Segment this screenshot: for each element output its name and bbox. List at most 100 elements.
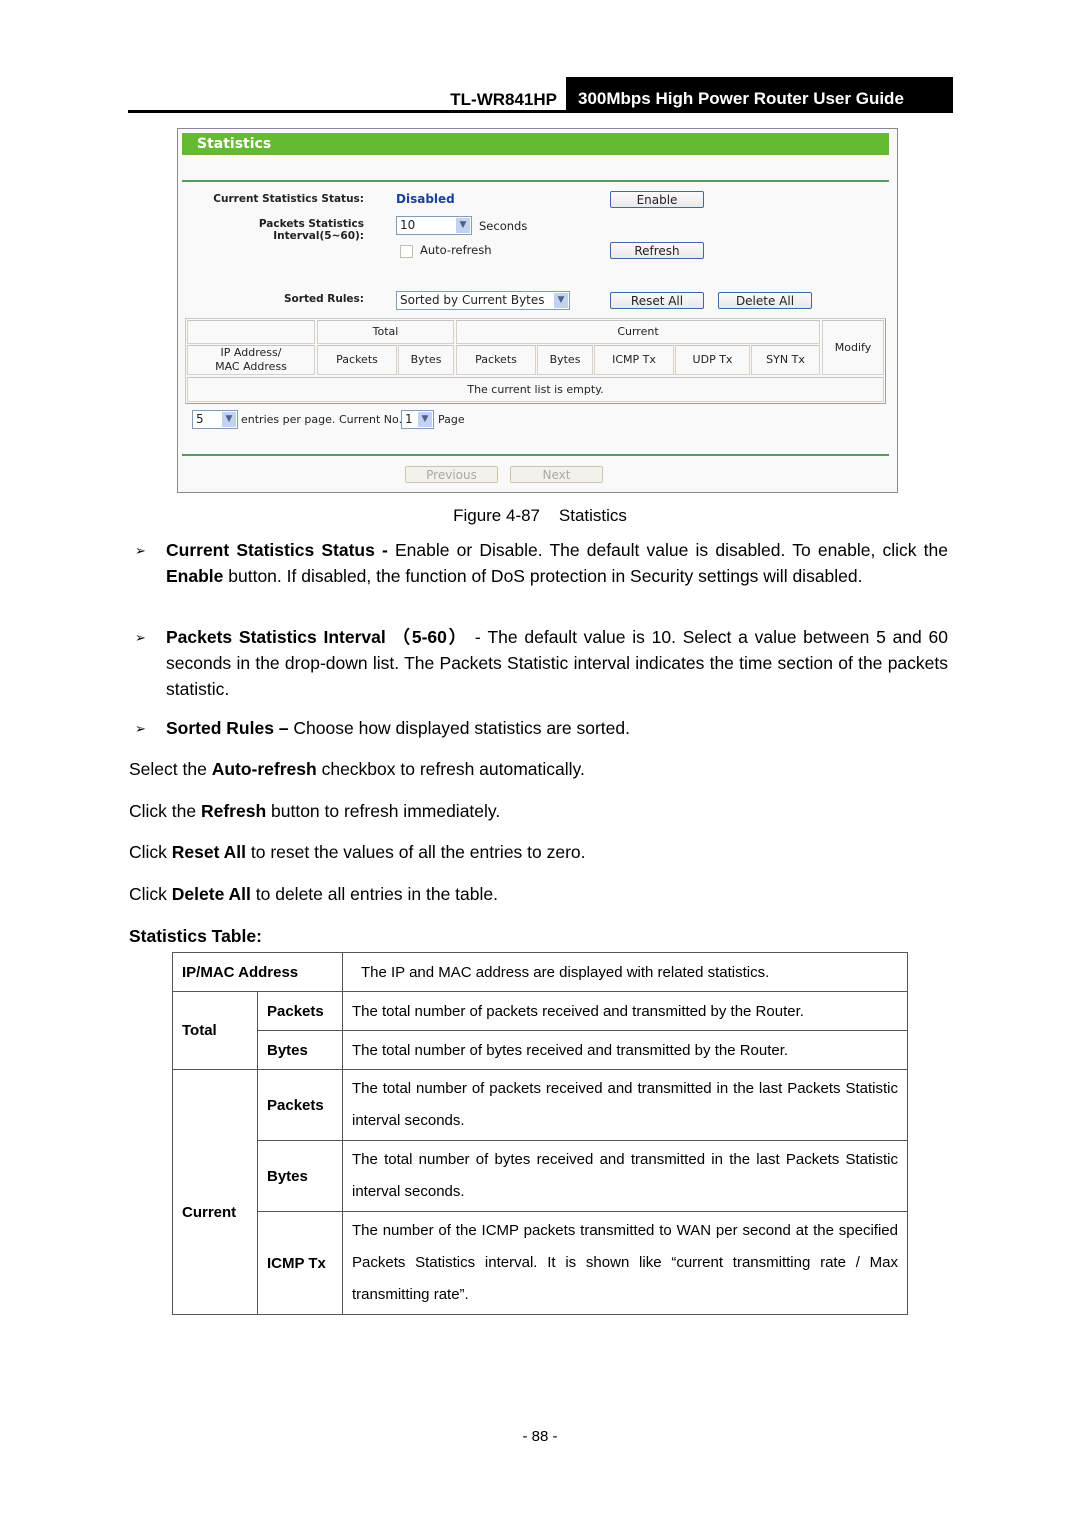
reset-all-button[interactable]: Reset All bbox=[610, 292, 704, 309]
entries-per-page-label: entries per page. bbox=[241, 413, 336, 426]
row-label: ICMP Tx bbox=[257, 1211, 343, 1315]
enable-button[interactable]: Enable bbox=[610, 191, 704, 208]
instruction-delete-all: Click Delete All to delete all entries i… bbox=[129, 884, 498, 905]
table-row: Current Packets The total number of pack… bbox=[172, 1069, 908, 1315]
instruction-text: Click the bbox=[129, 801, 201, 821]
table-row: IP/MAC Address The IP and MAC address ar… bbox=[172, 952, 908, 992]
refresh-button[interactable]: Refresh bbox=[610, 242, 704, 259]
status-label: Current Statistics Status: bbox=[213, 193, 364, 205]
instruction-text: to reset the values of all the entries t… bbox=[246, 842, 586, 862]
bullet-term: Enable bbox=[166, 566, 224, 586]
entries-per-page-value: 5 bbox=[196, 412, 204, 426]
interval-select[interactable]: 10 ▼ bbox=[396, 216, 472, 235]
bullet-status: Current Statistics Status - Enable or Di… bbox=[166, 537, 948, 589]
bullet-sorted: Sorted Rules – Choose how displayed stat… bbox=[166, 715, 948, 741]
current-page-value: 1 bbox=[405, 412, 413, 426]
status-value: Disabled bbox=[396, 192, 455, 206]
sorted-rules-select[interactable]: Sorted by Current Bytes ▼ bbox=[396, 291, 570, 310]
instruction-refresh: Click the Refresh button to refresh imme… bbox=[129, 801, 500, 822]
header-total: Total bbox=[317, 320, 454, 344]
instruction-text: Click bbox=[129, 884, 172, 904]
row-description: The total number of packets received and… bbox=[342, 991, 908, 1031]
guide-title: 300Mbps High Power Router User Guide bbox=[566, 77, 953, 111]
row-description: The number of the ICMP packets transmitt… bbox=[342, 1211, 908, 1315]
instruction-text: to delete all entries in the table. bbox=[250, 884, 498, 904]
current-page-select[interactable]: 1 ▼ bbox=[401, 410, 434, 429]
description-table: IP/MAC Address The IP and MAC address ar… bbox=[172, 952, 908, 1315]
instruction-term: Delete All bbox=[171, 884, 251, 904]
row-description: The total number of packets received and… bbox=[342, 1069, 908, 1141]
statistics-screenshot: Statistics Current Statistics Status: Di… bbox=[177, 128, 898, 493]
interval-value: 10 bbox=[400, 218, 416, 232]
panel-title: Statistics bbox=[182, 133, 889, 155]
row-label: Packets bbox=[257, 991, 343, 1031]
group-label: Current bbox=[172, 1069, 258, 1315]
header-total-packets: Packets bbox=[317, 345, 397, 375]
interval-label: Packets Statistics Interval(5~60): bbox=[258, 218, 364, 242]
previous-button[interactable]: Previous bbox=[405, 466, 498, 483]
figure-caption: Figure 4-87 Statistics bbox=[453, 506, 627, 525]
sorted-rules-label: Sorted Rules: bbox=[284, 293, 364, 305]
bullet-icon: ➢ bbox=[135, 721, 146, 736]
instruction-term: Auto-refresh bbox=[211, 759, 317, 779]
row-description: The total number of bytes received and t… bbox=[342, 1140, 908, 1212]
row-label: IP/MAC Address bbox=[172, 952, 343, 992]
bullet-text: Enable or Disable. The default value is … bbox=[387, 540, 949, 560]
instruction-text: checkbox to refresh automatically. bbox=[316, 759, 585, 779]
instruction-auto-refresh: Select the Auto-refresh checkbox to refr… bbox=[129, 759, 585, 780]
bullet-term: Sorted Rules – bbox=[166, 718, 289, 738]
bullet-icon: ➢ bbox=[135, 543, 146, 558]
row-label: Packets bbox=[257, 1069, 343, 1141]
empty-message: The current list is empty. bbox=[187, 377, 884, 402]
group-label: Total bbox=[172, 991, 258, 1070]
section-title: Statistics Table: bbox=[129, 926, 262, 946]
bullet-interval: Packets Statistics Interval （5-60） - The… bbox=[166, 624, 948, 702]
bullet-term: Current Statistics Status - bbox=[166, 540, 388, 560]
chevron-down-icon[interactable]: ▼ bbox=[418, 412, 432, 427]
header-current-bytes: Bytes bbox=[537, 345, 593, 375]
bullet-text: button. If disabled, the function of DoS… bbox=[223, 566, 863, 586]
bullet-icon: ➢ bbox=[135, 630, 146, 645]
instruction-term: Reset All bbox=[171, 842, 247, 862]
row-label: Bytes bbox=[257, 1030, 343, 1070]
entries-per-page-select[interactable]: 5 ▼ bbox=[192, 410, 238, 429]
chevron-down-icon[interactable]: ▼ bbox=[554, 293, 568, 308]
instruction-text: Click bbox=[129, 842, 172, 862]
instruction-text: Select the bbox=[129, 759, 212, 779]
header-icmp-tx: ICMP Tx bbox=[594, 345, 674, 375]
auto-refresh-checkbox[interactable] bbox=[400, 245, 413, 258]
header-rule bbox=[128, 110, 953, 113]
instruction-term: Refresh bbox=[200, 801, 267, 821]
bullet-term: Packets Statistics Interval （5-60） bbox=[166, 627, 469, 647]
header-syn-tx: SYN Tx bbox=[751, 345, 820, 375]
header-modify: Modify bbox=[822, 320, 884, 375]
chevron-down-icon[interactable]: ▼ bbox=[456, 218, 470, 233]
header-udp-tx: UDP Tx bbox=[675, 345, 750, 375]
table-row: Bytes The total number of bytes received… bbox=[173, 1030, 908, 1070]
header-total-bytes: Bytes bbox=[398, 345, 454, 375]
divider-top bbox=[182, 180, 889, 182]
instruction-text: button to refresh immediately. bbox=[266, 801, 501, 821]
page-number: - 88 - bbox=[522, 1428, 558, 1445]
auto-refresh-label: Auto-refresh bbox=[420, 243, 492, 257]
header-current-packets: Packets bbox=[456, 345, 536, 375]
model-name: TL-WR841HP bbox=[450, 90, 557, 109]
table-row: ICMP Tx The number of the ICMP packets t… bbox=[173, 1211, 908, 1315]
bullet-text: Choose how displayed statistics are sort… bbox=[288, 718, 630, 738]
interval-unit: Seconds bbox=[479, 219, 528, 233]
chevron-down-icon[interactable]: ▼ bbox=[222, 412, 236, 427]
next-button[interactable]: Next bbox=[510, 466, 603, 483]
row-description: The IP and MAC address are displayed wit… bbox=[342, 952, 908, 992]
table-row: Total Packets The total number of packet… bbox=[172, 991, 908, 1070]
header-blank bbox=[187, 320, 315, 344]
current-no-label: Current No. bbox=[339, 413, 403, 426]
row-description: The total number of bytes received and t… bbox=[342, 1030, 908, 1070]
header-current: Current bbox=[456, 320, 820, 344]
page-label: Page bbox=[438, 413, 465, 426]
page-header: TL-WR841HP 300Mbps High Power Router Use… bbox=[128, 77, 953, 111]
header-ip-mac: IP Address/ MAC Address bbox=[187, 345, 315, 375]
table-row: Bytes The total number of bytes received… bbox=[173, 1140, 908, 1212]
delete-all-button[interactable]: Delete All bbox=[718, 292, 812, 309]
row-label: Bytes bbox=[257, 1140, 343, 1212]
sorted-rules-value: Sorted by Current Bytes bbox=[400, 293, 545, 307]
